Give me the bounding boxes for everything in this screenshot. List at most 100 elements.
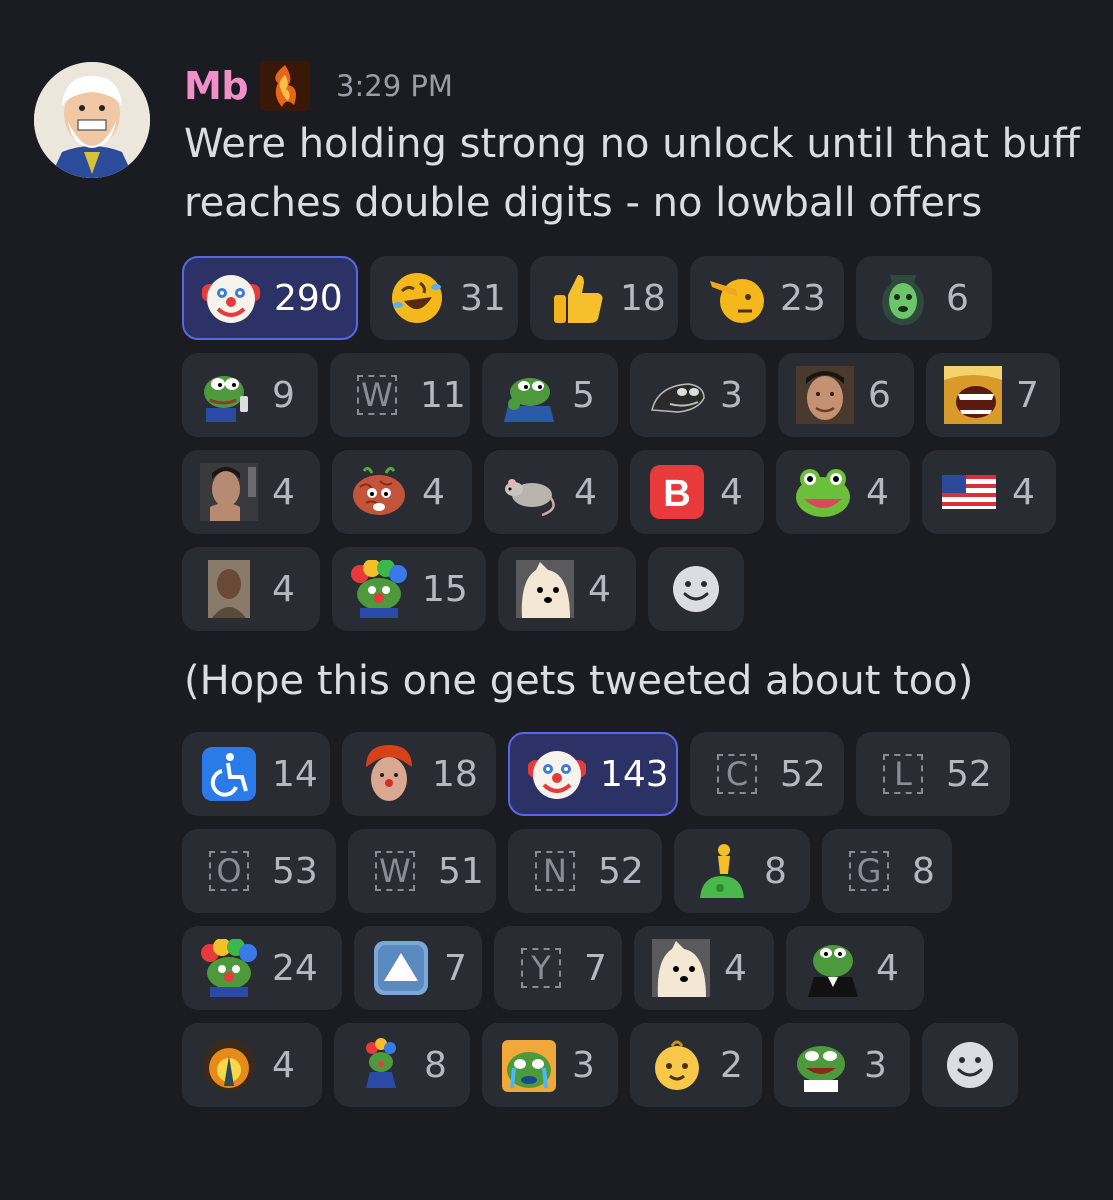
reaction-letter-n[interactable]: N 52: [508, 829, 662, 913]
pepe-phone-emoji: [200, 366, 258, 424]
reaction-count: 4: [422, 471, 445, 513]
reaction-pepe-suit[interactable]: 4: [786, 926, 924, 1010]
reaction-row: O 53 W 51 N 52 8 G 8: [182, 829, 964, 913]
reaction-frog[interactable]: 4: [776, 450, 910, 534]
thumbs-up-emoji: [548, 269, 606, 327]
letter-g-emoji: G: [840, 842, 898, 900]
reaction-letter-w[interactable]: W 51: [348, 829, 496, 913]
reaction-count: 3: [572, 1044, 595, 1086]
reaction-row: 9 W 11 5 3 6 7: [182, 353, 1072, 437]
reaction-letter-y[interactable]: Y 7: [494, 926, 622, 1010]
clown-pepe-emoji: [200, 939, 258, 997]
reaction-brain-face[interactable]: 4: [332, 450, 472, 534]
followup-message-text: (Hope this one gets tweeted about too): [184, 658, 974, 704]
reaction-jar[interactable]: 6: [856, 256, 992, 340]
role-icon[interactable]: [260, 61, 311, 111]
screaming-face-emoji: [944, 366, 1002, 424]
saluting-face-emoji: [708, 269, 766, 327]
us-flag-emoji: [940, 463, 998, 521]
username[interactable]: Mb: [184, 64, 249, 108]
reaction-b-button[interactable]: B 4: [630, 450, 764, 534]
reaction-count: 8: [424, 1044, 447, 1086]
wheelchair-symbol-emoji: [200, 745, 258, 803]
reaction-letter-w[interactable]: W 11: [330, 353, 470, 437]
reaction-letter-l[interactable]: L 52: [856, 732, 1010, 816]
frog-face-emoji: [794, 463, 852, 521]
reaction-dark-pepe[interactable]: 3: [630, 353, 766, 437]
reaction-count: 15: [422, 568, 468, 610]
reaction-row: 24 7 Y 7 4 4: [182, 926, 936, 1010]
rat-emoji: [502, 463, 560, 521]
reaction-up-button[interactable]: 7: [354, 926, 482, 1010]
reaction-count: 143: [600, 753, 669, 795]
add-reaction-button[interactable]: [648, 547, 744, 631]
reaction-count: 4: [272, 471, 295, 513]
reaction-letter-g[interactable]: G 8: [822, 829, 952, 913]
crying-pepe-emoji: [500, 1036, 558, 1094]
reaction-count: 51: [438, 850, 484, 892]
reaction-count: 4: [272, 1044, 295, 1086]
letter-l-emoji: L: [874, 745, 932, 803]
letter-n-emoji: N: [526, 842, 584, 900]
reaction-dog[interactable]: 4: [634, 926, 774, 1010]
clown-face-emoji: [202, 269, 260, 327]
reaction-man-face[interactable]: 6: [778, 353, 914, 437]
reaction-fire-aura[interactable]: 4: [182, 1023, 322, 1107]
small-clown-pepe-emoji: [352, 1036, 410, 1094]
reaction-clown-pepe[interactable]: 15: [332, 547, 486, 631]
reaction-pepe-hands[interactable]: 5: [482, 353, 618, 437]
reaction-pepe-laugh[interactable]: 3: [774, 1023, 910, 1107]
fire-aura-emoji: [200, 1036, 258, 1094]
reaction-letter-c[interactable]: C 52: [690, 732, 844, 816]
user-avatar[interactable]: [34, 62, 150, 178]
reaction-count: 52: [598, 850, 644, 892]
reaction-person-riding[interactable]: 8: [674, 829, 810, 913]
reaction-clown-pepe[interactable]: 24: [182, 926, 342, 1010]
reaction-count: 31: [460, 277, 506, 319]
reaction-us-flag[interactable]: 4: [922, 450, 1056, 534]
reaction-count: 9: [272, 374, 295, 416]
reaction-count: 6: [868, 374, 891, 416]
clown-wig-man-emoji: [360, 745, 418, 803]
dog-face-emoji: [652, 939, 710, 997]
reaction-count: 52: [946, 753, 992, 795]
reaction-dog[interactable]: 4: [498, 547, 636, 631]
reaction-row: 4 8 3 2 3: [182, 1023, 1030, 1107]
reaction-count: 23: [780, 277, 826, 319]
reaction-count: 14: [272, 753, 318, 795]
pepe-hands-emoji: [500, 366, 558, 424]
reaction-pepe-phone[interactable]: 9: [182, 353, 318, 437]
reaction-count: 24: [272, 947, 318, 989]
message-text: Were holding strong no unlock until that…: [184, 121, 1080, 226]
reaction-rat[interactable]: 4: [484, 450, 618, 534]
reaction-small-clown-pepe[interactable]: 8: [334, 1023, 470, 1107]
reaction-clown[interactable]: 290: [182, 256, 358, 340]
reaction-crying-pepe[interactable]: 3: [482, 1023, 618, 1107]
reaction-thumbs-up[interactable]: 18: [530, 256, 678, 340]
man-face-emoji: [796, 366, 854, 424]
reaction-baby[interactable]: 2: [630, 1023, 762, 1107]
add-reaction-icon: [941, 1036, 999, 1094]
message-timestamp: 3:29 PM: [336, 69, 453, 103]
reaction-letter-o[interactable]: O 53: [182, 829, 336, 913]
reaction-rofl[interactable]: 31: [370, 256, 518, 340]
reaction-count: 5: [572, 374, 595, 416]
reaction-count: 2: [720, 1044, 743, 1086]
reaction-count: 3: [720, 374, 743, 416]
clown-face-emoji: [528, 745, 586, 803]
reaction-kanye[interactable]: 4: [182, 547, 320, 631]
reaction-thinking-man[interactable]: 4: [182, 450, 320, 534]
reaction-wheelchair[interactable]: 14: [182, 732, 330, 816]
reaction-salute[interactable]: 23: [690, 256, 844, 340]
green-face-jar-emoji: [874, 269, 932, 327]
reaction-screaming[interactable]: 7: [926, 353, 1060, 437]
brain-face-emoji: [350, 463, 408, 521]
add-reaction-button[interactable]: [922, 1023, 1018, 1107]
reaction-row: 4 4 4 B 4 4 4: [182, 450, 1068, 534]
reaction-count: 53: [272, 850, 318, 892]
reaction-clown[interactable]: 143: [508, 732, 678, 816]
baby-emoji: [648, 1036, 706, 1094]
reaction-clown-wig-man[interactable]: 18: [342, 732, 496, 816]
reaction-count: 18: [432, 753, 478, 795]
reaction-count: 3: [864, 1044, 887, 1086]
